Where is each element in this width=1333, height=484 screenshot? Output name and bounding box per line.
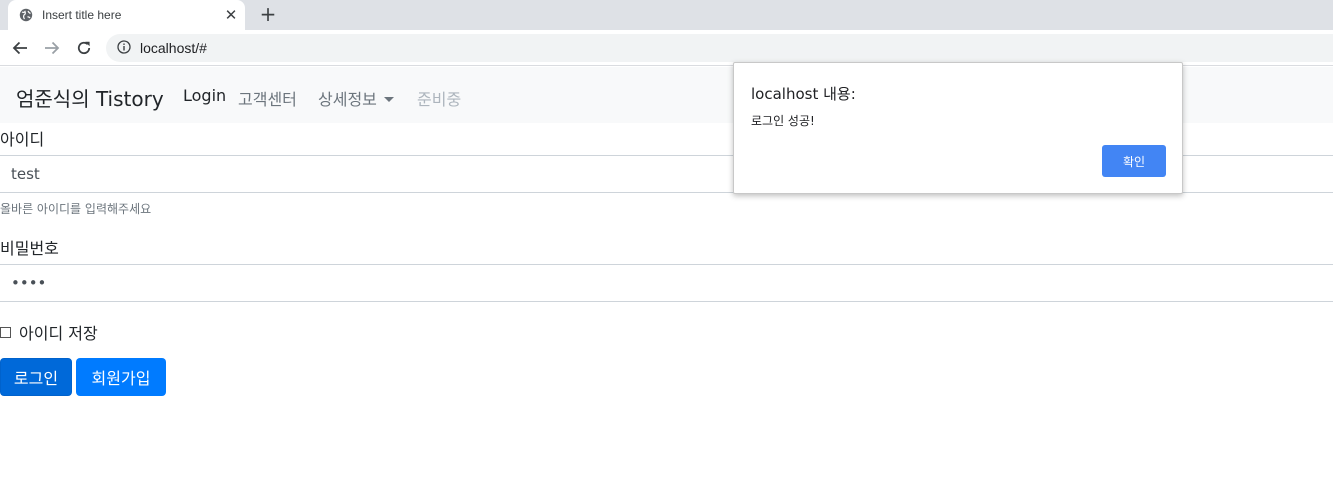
remember-id-label[interactable]: 아이디 저장: [19, 320, 98, 344]
password-label: 비밀번호: [0, 239, 59, 258]
caret-down-icon: [383, 97, 394, 102]
remember-id-checkbox[interactable]: [0, 326, 11, 338]
id-help-text: 올바른 아이디를 입력해주세요: [0, 202, 152, 216]
back-arrow-icon[interactable]: [10, 38, 30, 58]
id-label: 아이디: [0, 130, 45, 149]
info-icon[interactable]: [117, 39, 131, 58]
tab-strip: Insert title here ✕ +: [0, 0, 1333, 30]
forward-arrow-icon[interactable]: [42, 38, 62, 58]
nav-details-dropdown[interactable]: 상세정보: [318, 86, 394, 110]
nav-details-label: 상세정보: [318, 90, 377, 109]
alert-title: localhost 내용:: [751, 85, 856, 103]
reload-icon[interactable]: [74, 38, 94, 58]
alert-message: 로그인 성공!: [751, 114, 815, 128]
nav-coming-soon: 준비중: [417, 90, 462, 109]
alert-ok-button[interactable]: 확인: [1102, 145, 1166, 177]
plus-icon[interactable]: +: [257, 2, 279, 26]
nav-customer-center[interactable]: 고객센터: [238, 86, 297, 110]
alert-dialog: localhost 내용: 로그인 성공! 확인: [733, 62, 1183, 194]
tab-title: Insert title here: [42, 8, 122, 22]
browser-toolbar: localhost/#: [0, 30, 1333, 66]
address-bar[interactable]: localhost/#: [106, 34, 1333, 62]
browser-tab[interactable]: Insert title here ✕: [8, 0, 245, 30]
site-brand[interactable]: 엄준식의 Tistory: [16, 83, 164, 112]
nav-login[interactable]: Login: [183, 86, 226, 105]
close-icon[interactable]: ✕: [223, 6, 239, 24]
password-input[interactable]: ••••: [0, 264, 1333, 302]
url-text: localhost/#: [140, 40, 207, 56]
login-button[interactable]: 로그인: [0, 358, 72, 396]
signup-button[interactable]: 회원가입: [76, 358, 166, 396]
remember-id-row: 아이디 저장: [0, 320, 98, 344]
globe-icon: [19, 8, 33, 22]
